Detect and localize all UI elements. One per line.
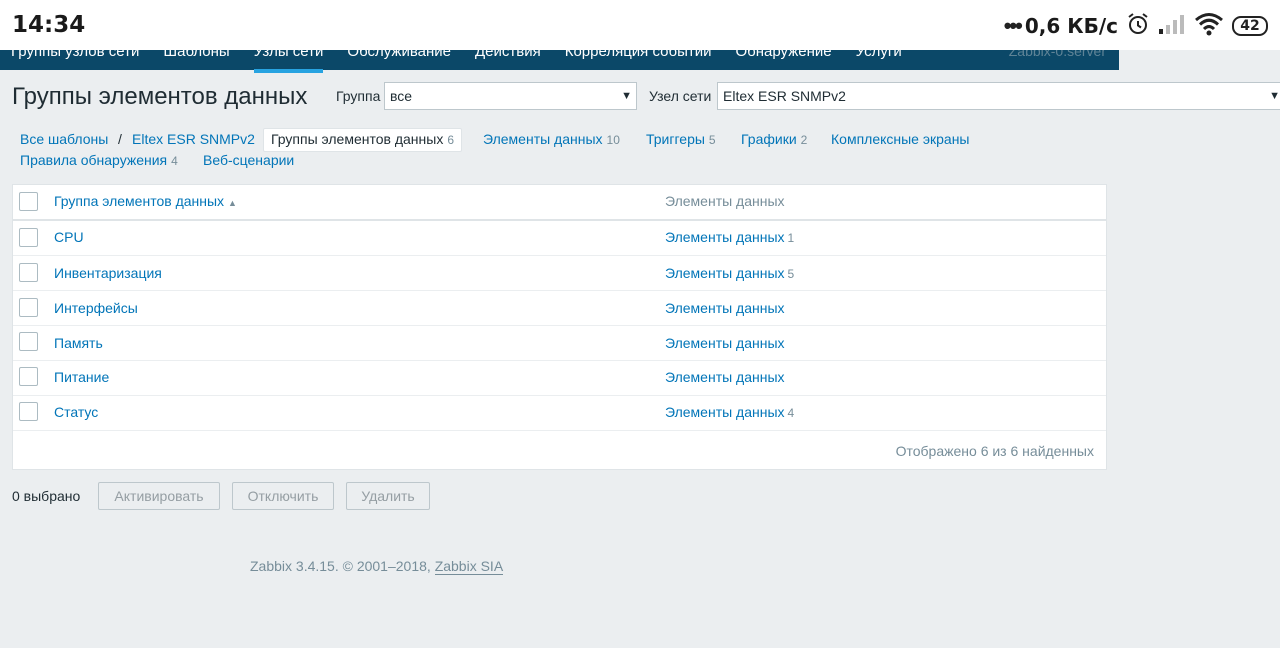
tab-label: Комплексные экраны xyxy=(831,131,970,147)
row-checkbox[interactable] xyxy=(19,402,38,421)
group-name-link[interactable]: Интерфейсы xyxy=(54,298,138,318)
tab-label: Триггеры xyxy=(646,131,705,147)
network-speed: 0,6 КБ/с xyxy=(1024,14,1118,38)
tab-screens[interactable]: Комплексные экраны xyxy=(831,129,970,150)
items-link-cell: Элементы данных 4 xyxy=(665,402,794,423)
tab-triggers[interactable]: Триггеры 5 xyxy=(646,129,716,151)
table-header: Группа элементов данных ▲ Элементы данных xyxy=(13,185,1106,221)
tab-item-groups[interactable]: Группы элементов данных 6 xyxy=(263,128,463,152)
breadcrumb-host[interactable]: Eltex ESR SNMPv2 xyxy=(132,129,255,150)
items-link[interactable]: Элементы данных xyxy=(665,404,785,420)
tab-label: Графики xyxy=(741,131,797,147)
host-select-value: Eltex ESR SNMPv2 xyxy=(723,88,846,104)
tab-discovery-rules[interactable]: Правила обнаружения 4 xyxy=(20,150,178,172)
tab-web-scenarios[interactable]: Веб-сценарии xyxy=(203,150,294,171)
wifi-icon xyxy=(1194,12,1224,41)
items-count: 5 xyxy=(787,267,795,281)
items-link[interactable]: Элементы данных xyxy=(665,300,785,316)
status-icons: ••• 0,6 КБ/с 42 xyxy=(1004,12,1268,40)
delete-button[interactable]: Удалить xyxy=(346,482,430,510)
battery-icon: 42 xyxy=(1232,16,1268,36)
select-all-checkbox[interactable] xyxy=(19,192,38,211)
table-row: CPU Элементы данных 1 xyxy=(13,221,1106,256)
disable-button[interactable]: Отключить xyxy=(232,482,334,510)
tab-count: 2 xyxy=(800,133,808,147)
items-link[interactable]: Элементы данных xyxy=(665,265,785,281)
items-link-cell: Элементы данных xyxy=(665,298,788,319)
table-row: Статус Элементы данных 4 xyxy=(13,396,1106,431)
table-row: Инвентаризация Элементы данных 5 xyxy=(13,256,1106,291)
sort-up-icon: ▲ xyxy=(228,198,237,208)
item-groups-table: Группа элементов данных ▲ Элементы данных… xyxy=(12,184,1107,470)
footer-company-link[interactable]: Zabbix SIA xyxy=(434,558,504,575)
group-name-link[interactable]: Память xyxy=(54,333,103,353)
notification-dots: ••• xyxy=(1003,13,1023,38)
signal-icon xyxy=(1158,13,1186,40)
tab-label: Элементы данных xyxy=(483,131,603,147)
items-link-cell: Элементы данных 5 xyxy=(665,263,794,284)
items-link[interactable]: Элементы данных xyxy=(665,369,785,385)
breadcrumb-all-templates[interactable]: Все шаблоны xyxy=(20,129,108,150)
row-checkbox[interactable] xyxy=(19,332,38,351)
device-status-bar: 14:34 ••• 0,6 КБ/с 42 xyxy=(0,0,1280,50)
page-title: Группы элементов данных xyxy=(12,83,308,110)
breadcrumb-separator: / xyxy=(118,131,122,147)
dropdown-arrow-icon: ▼ xyxy=(621,90,632,102)
host-select[interactable]: Eltex ESR SNMPv2 ▼ xyxy=(717,82,1280,110)
items-count: 4 xyxy=(787,406,795,420)
host-filter-label: Узел сети xyxy=(649,88,712,104)
items-link-cell: Элементы данных xyxy=(665,367,788,388)
footer-copyright: Zabbix 3.4.15. © 2001–2018, xyxy=(250,558,435,574)
column-header-name[interactable]: Группа элементов данных ▲ xyxy=(54,191,237,213)
column-header-items: Элементы данных xyxy=(665,193,785,209)
table-row: Питание Элементы данных xyxy=(13,361,1106,396)
tab-label: Группы элементов данных xyxy=(271,131,444,147)
group-name-link[interactable]: Статус xyxy=(54,402,98,422)
tab-label: Веб-сценарии xyxy=(203,152,295,168)
group-name-link[interactable]: Инвентаризация xyxy=(54,263,162,283)
items-count: 1 xyxy=(787,231,795,245)
selected-count: 0 выбрано xyxy=(12,488,81,504)
activate-button[interactable]: Активировать xyxy=(98,482,220,510)
tab-graphs[interactable]: Графики 2 xyxy=(741,129,807,151)
tab-label: Правила обнаружения xyxy=(20,152,168,168)
group-select[interactable]: все ▼ xyxy=(384,82,637,110)
items-link[interactable]: Элементы данных xyxy=(665,229,785,245)
row-checkbox[interactable] xyxy=(19,367,38,386)
page-footer: Zabbix 3.4.15. © 2001–2018, Zabbix SIA xyxy=(250,558,504,575)
tab-count: 6 xyxy=(447,133,455,147)
items-link-cell: Элементы данных xyxy=(665,333,788,354)
items-link[interactable]: Элементы данных xyxy=(665,335,785,351)
dropdown-arrow-icon: ▼ xyxy=(1269,90,1280,102)
group-select-value: все xyxy=(390,88,413,104)
table-summary: Отображено 6 из 6 найденных xyxy=(895,443,1094,459)
tab-items[interactable]: Элементы данных 10 xyxy=(483,129,620,151)
tab-count: 4 xyxy=(171,154,178,168)
alarm-clock-icon xyxy=(1126,12,1150,41)
tab-count: 10 xyxy=(606,133,620,147)
group-name-link[interactable]: CPU xyxy=(54,227,84,247)
row-checkbox[interactable] xyxy=(19,298,38,317)
tab-count: 5 xyxy=(708,133,716,147)
items-link-cell: Элементы данных 1 xyxy=(665,227,794,248)
table-row: Интерфейсы Элементы данных xyxy=(13,291,1106,326)
row-checkbox[interactable] xyxy=(19,263,38,282)
clock: 14:34 xyxy=(12,12,86,38)
group-filter-label: Группа xyxy=(336,88,381,104)
row-checkbox[interactable] xyxy=(19,228,38,247)
group-name-link[interactable]: Питание xyxy=(54,367,109,387)
table-row: Память Элементы данных xyxy=(13,326,1106,361)
